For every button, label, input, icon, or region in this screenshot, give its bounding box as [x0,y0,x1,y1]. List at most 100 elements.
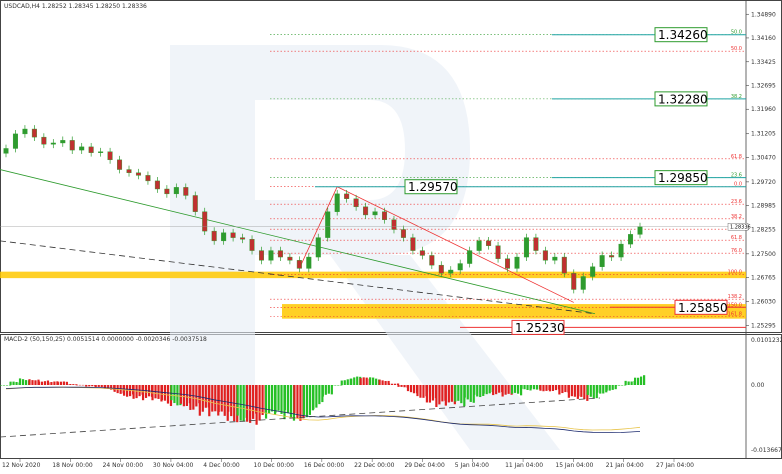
macd-histogram-bar [242,385,245,422]
macd-histogram-bar [438,385,441,405]
candle-body [580,276,586,290]
macd-histogram-bar [412,385,416,394]
macd-histogram-bar [9,385,12,386]
candle-body [221,232,227,242]
macd-histogram-bar [173,385,176,404]
macd-histogram-bar [31,380,34,385]
candle-body [183,187,189,196]
candle-body [344,193,350,199]
macd-histogram-bar [454,385,457,402]
candle-body [164,188,170,195]
macd-histogram-bar [37,381,41,385]
target-price-label: 1.34260 [658,28,708,42]
macd-histogram-bar [372,377,375,385]
candle-body [514,256,520,269]
candle-body [457,263,463,271]
macd-histogram-bar [473,385,476,395]
macd-histogram-bar [56,382,59,385]
candle-body [230,232,236,238]
macd-histogram-bar [24,380,28,385]
macd-histogram-bar [343,380,346,385]
candle-body [69,140,75,151]
macd-histogram-bar [72,384,75,385]
macd-histogram-bar [214,385,217,412]
macd-histogram-bar [208,385,211,417]
candle-body [287,256,293,261]
candle-body [79,146,85,151]
candle-body [505,258,511,269]
macd-histogram-bar [476,385,479,397]
macd-histogram-bar [255,385,258,425]
macd-histogram-bar [91,385,94,387]
macd-histogram-bar [192,385,195,410]
macd-histogram-bar [564,385,567,393]
candle-body [192,195,198,212]
macd-histogram-bar [479,385,482,398]
macd-histogram-bar [422,385,425,398]
macd-histogram-bar [621,385,624,386]
macd-histogram-bar [561,385,564,394]
macd-histogram-bar [516,385,520,394]
macd-histogram-bar [211,385,214,412]
macd-histogram-bar [126,385,129,397]
macd-histogram-bar [589,385,592,397]
macd-histogram-bar [397,385,400,387]
macd-histogram-bar [62,381,65,385]
macd-histogram-bar [558,385,561,395]
macd-histogram-bar [583,385,586,400]
macd-histogram-bar [50,382,53,385]
macd-histogram-bar [469,385,472,402]
macd-histogram-bar [18,378,22,385]
candle-body [448,269,454,274]
macd-histogram-bar [577,385,580,397]
candle-body [467,250,473,264]
price-tick-label: 1.30470 [751,155,776,162]
time-tick-label: 4 Dec 00:00 [203,462,240,469]
macd-histogram-bar [239,385,242,421]
macd-histogram-bar [592,385,595,399]
macd-histogram-bar [258,385,261,421]
macd-histogram-bar [602,385,605,394]
time-tick-label: 30 Nov 04:00 [153,462,194,469]
macd-histogram-bar [523,385,526,390]
time-tick-label: 15 Jan 04:00 [555,462,593,469]
macd-histogram-bar [286,385,290,414]
candle-body [334,193,340,212]
macd-histogram-bar [330,385,333,395]
macd-histogram-bar [0,385,3,386]
macd-histogram-bar [12,381,15,385]
candle-body [107,151,113,161]
fibonacci-level-label: 38.2 [731,214,742,220]
macd-histogram-bar [390,383,394,385]
macd-histogram-bar [580,385,583,397]
macd-histogram-bar [365,377,368,385]
macd-histogram-bar [274,385,277,413]
candle-body [50,142,56,145]
time-tick-label: 27 Jan 04:00 [656,462,694,469]
macd-histogram-bar [204,385,207,408]
macd-histogram-bar [21,379,25,385]
macd-histogram-bar [406,385,410,392]
macd-histogram-bar [435,385,438,407]
macd-histogram-bar [185,385,188,407]
macd-histogram-bar [513,385,517,393]
macd-histogram-bar [608,385,611,391]
candle-body [429,255,435,266]
macd-histogram-bar [460,385,463,404]
macd-histogram-bar [97,385,100,387]
macd-histogram-bar [384,381,387,385]
price-tick-label: 1.31960 [751,106,776,113]
macd-histogram-bar [463,385,466,398]
macd-histogram-bar [542,385,545,392]
macd-histogram-bar [312,385,315,410]
macd-histogram-bar [270,385,274,412]
candle-body [495,245,501,259]
macd-histogram-bar [144,385,148,398]
candle-body [571,273,577,290]
macd-histogram-bar [545,385,548,391]
macd-tick-label: -0.0136676 [751,447,782,454]
price-tick-label: 1.28255 [751,226,776,233]
macd-histogram-bar [321,385,324,397]
macd-histogram-bar [457,385,460,401]
fibonacci-level-label: 76.0 [731,248,742,254]
